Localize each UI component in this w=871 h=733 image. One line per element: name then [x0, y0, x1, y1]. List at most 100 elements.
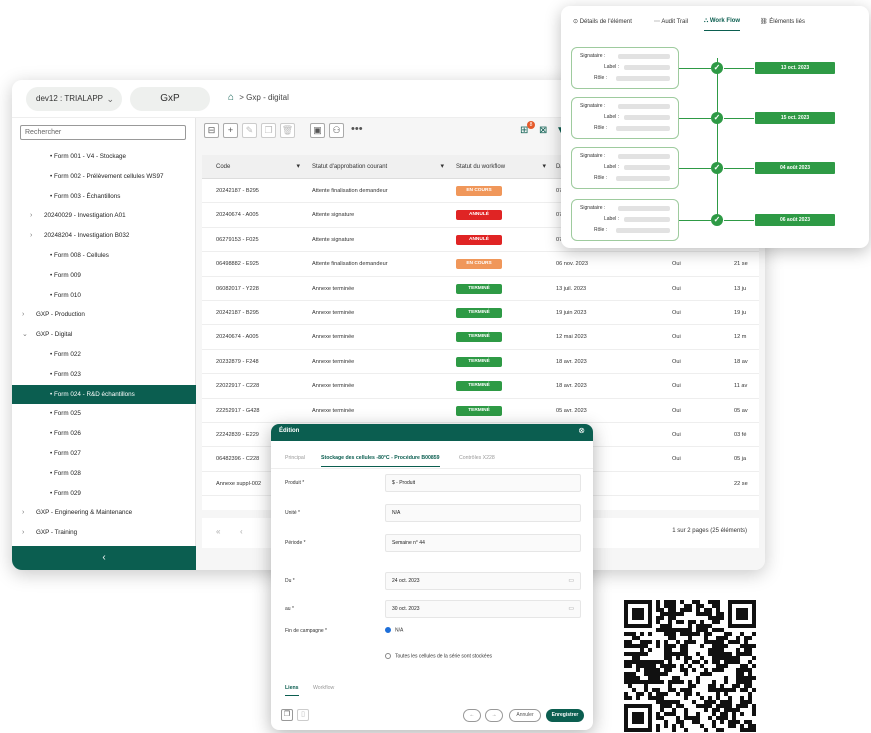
table-row[interactable]: 22022917 - C228 Annexe terminée TERMINÉ 18 …: [202, 374, 759, 399]
pager-first-button[interactable]: «: [216, 527, 220, 536]
qr-module: [668, 624, 672, 628]
export-icon[interactable]: ⊠: [539, 125, 547, 136]
chevron-right-icon[interactable]: ›: [22, 305, 24, 325]
home-icon[interactable]: ⌂: [228, 92, 234, 103]
filter-icon[interactable]: ▾: [542, 155, 546, 179]
qr-module: [684, 692, 688, 696]
sidebar-item[interactable]: • Form 026: [12, 424, 196, 444]
sidebar-item[interactable]: › 20248204 - Investigation B032: [12, 226, 196, 246]
tab-storage-procedure[interactable]: Stockage des cellules -80°C - Procédure …: [321, 455, 440, 467]
table-row[interactable]: 20242187 - B295 Annexe terminée TERMINÉ 19 …: [202, 301, 759, 326]
sidebar-item[interactable]: • Form 024 - R&D échantillons: [12, 384, 196, 405]
tab-work-flow[interactable]: ⛬ Work Flow: [704, 18, 741, 31]
tab-item-details[interactable]: ⊙ Détails de l'élément: [573, 18, 632, 25]
sidebar-item[interactable]: › GXP - Training: [12, 523, 196, 543]
add-icon[interactable]: +: [223, 123, 238, 138]
form-input[interactable]: 30 oct. 2023 ▭: [385, 600, 581, 618]
table-row[interactable]: 20232879 - F248 Annexe terminée TERMINÉ 18 …: [202, 350, 759, 375]
column-header-workflow-status[interactable]: Statut du workflow ▾: [456, 155, 552, 179]
qr-module: [732, 688, 736, 692]
sidebar-item[interactable]: • Form 003 - Échantillons: [12, 187, 196, 207]
qr-module: [752, 724, 756, 728]
next-button[interactable]: →: [485, 709, 503, 722]
sidebar-item[interactable]: • Form 025: [12, 404, 196, 424]
edit-icon[interactable]: ✎: [242, 123, 257, 138]
qr-module: [704, 612, 708, 616]
qr-module: [720, 704, 724, 708]
calendar-icon[interactable]: ▭: [568, 573, 574, 589]
prev-button[interactable]: ←: [463, 709, 481, 722]
qr-module: [728, 688, 732, 692]
tab-controls[interactable]: Contrôles X228: [459, 455, 495, 461]
chevron-right-icon[interactable]: ›: [30, 226, 32, 246]
close-icon[interactable]: ⊗: [578, 426, 585, 435]
breadcrumb-text[interactable]: > Gxp - digital: [239, 93, 289, 102]
pager-info: 1 sur 2 pages (25 éléments): [672, 528, 747, 534]
chevron-right-icon[interactable]: ›: [30, 206, 32, 226]
form-input[interactable]: 24 oct. 2023 ▭: [385, 572, 581, 590]
form-input[interactable]: Semaine n° 44: [385, 534, 581, 552]
pager-prev-button[interactable]: ‹: [240, 527, 243, 536]
sidebar-item[interactable]: • Form 029: [12, 484, 196, 504]
user-icon[interactable]: ⚇: [329, 123, 344, 138]
sidebar-item[interactable]: › 20240029 - Investigation A01: [12, 206, 196, 226]
tab-linked-items[interactable]: ⛓ Éléments liés: [760, 18, 805, 25]
table-row[interactable]: 20240674 - A005 Annexe terminée TERMINÉ 12 …: [202, 325, 759, 350]
camera-icon[interactable]: ▣: [310, 123, 325, 138]
table-row[interactable]: 22252917 - G428 Annexe terminée TERMINÉ 05 …: [202, 399, 759, 423]
radio-na[interactable]: N/A: [385, 627, 403, 633]
qr-module: [732, 716, 736, 720]
tab-workflow[interactable]: Workflow: [313, 685, 334, 691]
chevron-down-icon: ⌄: [106, 94, 114, 104]
table-row[interactable]: 06082017 - Y228 Annexe terminée TERMINÉ 13 …: [202, 277, 759, 301]
tab-principal[interactable]: Principal: [285, 455, 305, 461]
form-input[interactable]: N/A: [385, 504, 581, 522]
sidebar-item[interactable]: • Form 022: [12, 345, 196, 365]
column-header-approval[interactable]: Statut d'approbation courant ▾: [312, 155, 450, 179]
qr-module: [664, 640, 668, 644]
sidebar-item[interactable]: • Form 002 - Prélèvement cellules WS97: [12, 167, 196, 187]
sidebar-item[interactable]: • Form 010: [12, 286, 196, 306]
sidebar-item[interactable]: • Form 023: [12, 365, 196, 385]
sidebar-item[interactable]: • Form 028: [12, 464, 196, 484]
sidebar-item[interactable]: ⌄ GXP - Digital: [12, 325, 196, 345]
cancel-button[interactable]: Annuler: [509, 709, 541, 722]
tab-links[interactable]: Liens: [285, 685, 299, 696]
cell-approval: Annexe terminée: [312, 383, 355, 390]
sidebar-item[interactable]: › GXP - Production: [12, 305, 196, 325]
more-icon[interactable]: •••: [351, 123, 363, 135]
qr-module: [704, 632, 708, 636]
save-button[interactable]: Enregistrer: [546, 709, 584, 722]
calendar-icon[interactable]: ▭: [568, 601, 574, 617]
qr-module: [672, 728, 676, 732]
collapse-icon[interactable]: ⊟: [204, 123, 219, 138]
environment-selector[interactable]: dev12 : TRIALAPP ⌄: [26, 87, 122, 111]
chevron-right-icon[interactable]: ›: [22, 523, 24, 543]
sidebar-item-label: 20248204 - Investigation B032: [44, 232, 130, 240]
chevron-down-icon[interactable]: ⌄: [22, 325, 28, 345]
form-input[interactable]: $ - Produit: [385, 474, 581, 492]
search-input[interactable]: Rechercher: [20, 125, 186, 140]
filter-icon[interactable]: ▾: [296, 155, 300, 179]
qr-module: [668, 616, 672, 620]
copy-icon[interactable]: ❐: [261, 123, 276, 138]
chevron-right-icon[interactable]: ›: [22, 503, 24, 523]
filter-icon[interactable]: ▾: [440, 155, 444, 179]
radio-all-stored[interactable]: Toutes les cellules de la série sont sto…: [385, 653, 492, 659]
sidebar-collapse-button[interactable]: ‹: [12, 546, 196, 570]
sidebar-item[interactable]: › GXP - Engineering & Maintenance: [12, 503, 196, 523]
signature-card: Signataire : Label : Rôle :: [571, 199, 679, 241]
delete-icon[interactable]: 🗑: [280, 123, 295, 138]
sidebar-item[interactable]: • Form 001 - V4 - Stockage: [12, 147, 196, 167]
cell-code: 22252917 - G428: [216, 407, 260, 414]
cell-date-2: 05 ja: [734, 456, 747, 463]
delete-icon[interactable]: ▯: [297, 709, 309, 721]
table-row[interactable]: 06498882 - E925 Attente finalisation dema…: [202, 252, 759, 277]
attach-icon[interactable]: ❐: [281, 709, 293, 721]
column-header-code[interactable]: Code ▾: [216, 155, 306, 179]
tab-audit-trail[interactable]: ⋯ Audit Trail: [654, 18, 688, 25]
sidebar-item[interactable]: • Form 009: [12, 266, 196, 286]
qr-module: [704, 640, 708, 644]
sidebar-item[interactable]: • Form 008 - Cellules: [12, 246, 196, 266]
sidebar-item[interactable]: • Form 027: [12, 444, 196, 464]
